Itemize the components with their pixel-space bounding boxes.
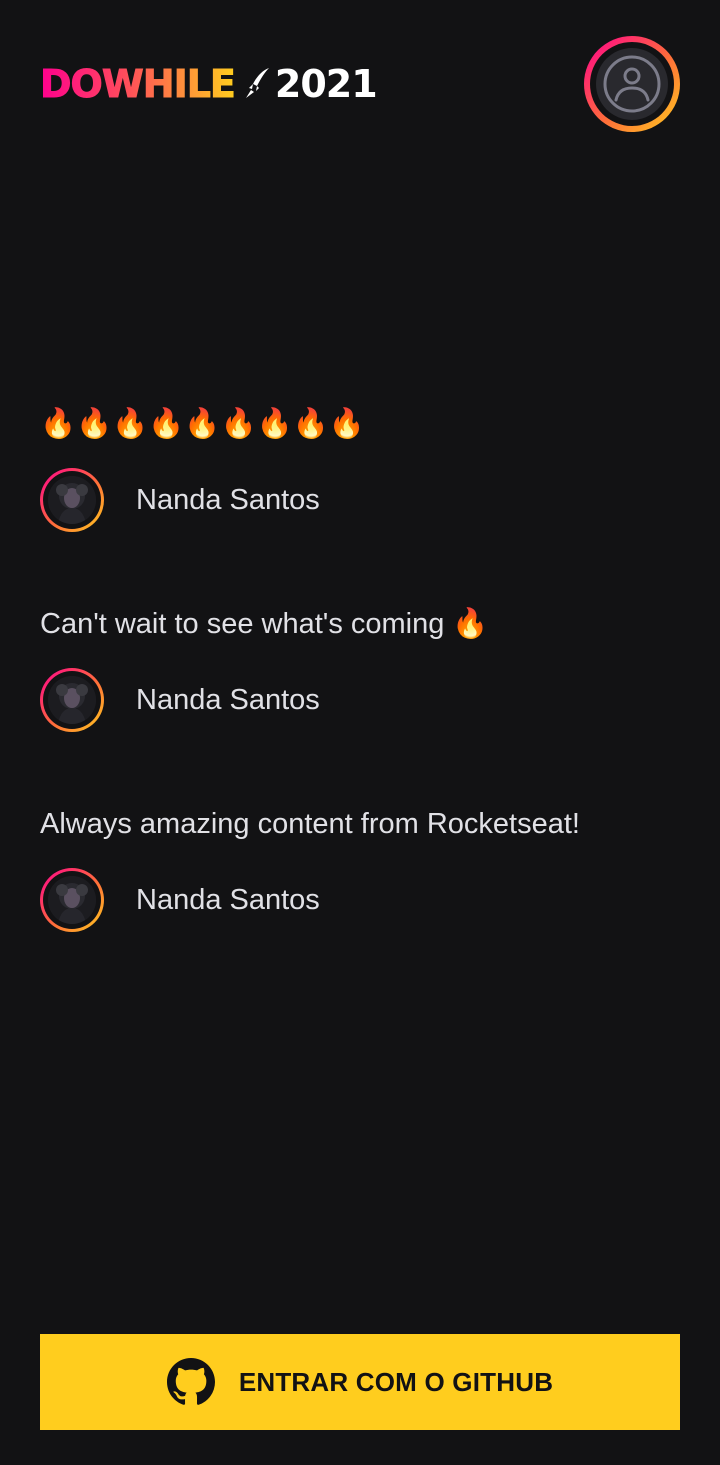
message-text: Can't wait to see what's coming 🔥 — [40, 608, 489, 640]
message-item: Always amazing content from Rocketseat! — [40, 800, 680, 932]
author-photo — [48, 476, 96, 524]
github-icon — [166, 1358, 215, 1405]
message-item: Can't wait to see what's coming 🔥 Nanda … — [40, 600, 680, 732]
author-avatar — [40, 868, 104, 932]
author-photo — [48, 676, 96, 724]
message-item: 🔥🔥🔥🔥🔥🔥🔥🔥🔥 Nanda Santos — [40, 400, 680, 532]
github-login-label: ENTRAR COM O GITHUB — [238, 1366, 554, 1397]
app-screen: DOWHILE 2021 🔥� — [0, 0, 720, 1465]
author-name: Nanda Santos — [136, 484, 320, 516]
message-author: Nanda Santos — [40, 668, 680, 732]
dowhile-2021-logo: DOWHILE 2021 — [40, 62, 378, 106]
github-login-button[interactable]: ENTRAR COM O GITHUB — [40, 1334, 680, 1430]
user-icon — [603, 55, 661, 113]
header: DOWHILE 2021 — [40, 36, 680, 136]
logo-year: 2021 — [274, 62, 378, 106]
message-author: Nanda Santos — [40, 868, 680, 932]
author-name: Nanda Santos — [136, 884, 320, 916]
rocket-icon — [245, 68, 269, 98]
user-avatar[interactable] — [584, 36, 680, 132]
message-text: 🔥🔥🔥🔥🔥🔥🔥🔥🔥 — [40, 408, 365, 440]
author-photo — [48, 876, 96, 924]
message-text: Always amazing content from Rocketseat! — [40, 808, 580, 840]
message-author: Nanda Santos — [40, 468, 680, 532]
author-avatar — [40, 668, 104, 732]
author-name: Nanda Santos — [136, 684, 320, 716]
author-avatar — [40, 468, 104, 532]
logo-brand: DOWHILE — [40, 62, 237, 106]
